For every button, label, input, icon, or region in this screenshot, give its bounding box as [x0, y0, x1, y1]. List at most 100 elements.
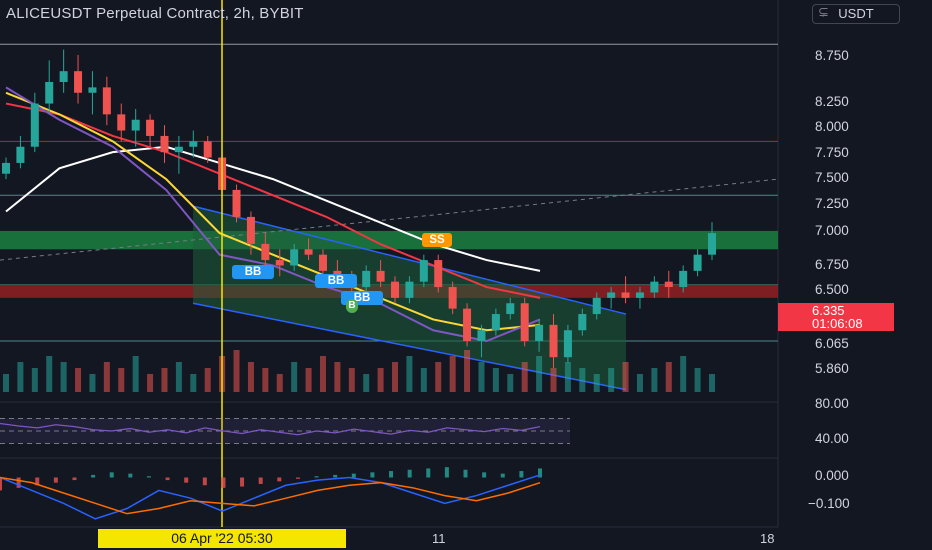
candle-body	[463, 308, 472, 342]
macd-histogram-bar	[128, 473, 133, 478]
macd-tick-label: −0.100	[808, 496, 850, 511]
macd-histogram-bar	[389, 471, 394, 478]
volume-bar	[449, 356, 456, 392]
macd-histogram-bar	[184, 477, 189, 483]
volume-bar	[17, 362, 24, 392]
candle-body	[477, 330, 486, 342]
buy-signal-tag: BB	[315, 274, 357, 288]
macd-histogram-bar	[295, 477, 300, 479]
candle-body	[261, 243, 270, 261]
volume-bar	[680, 356, 687, 392]
volume-bar	[363, 374, 370, 392]
y-tick-label: 8.250	[815, 94, 849, 109]
macd-histogram-bar	[370, 472, 375, 478]
candle-body	[563, 330, 572, 358]
macd-histogram-bar	[258, 477, 263, 484]
candle-body	[592, 297, 601, 315]
macd-histogram-bar	[202, 477, 207, 486]
volume-bar	[608, 368, 615, 392]
volume-bar	[233, 350, 240, 392]
macd-histogram-bar	[407, 469, 412, 478]
candle-body	[549, 324, 558, 358]
macd-histogram-bar	[463, 469, 468, 478]
candle-body	[88, 87, 97, 93]
macd-histogram-bar	[519, 471, 524, 478]
candle-body	[693, 254, 702, 271]
candle-body	[203, 141, 212, 158]
chart-canvas[interactable]: ALICEUSDT Perpetual Contract, 2h, BYBIT …	[0, 0, 932, 550]
candle-body	[391, 281, 400, 298]
volume-bar	[651, 368, 658, 392]
macd-histogram-bar	[500, 473, 505, 478]
macd-histogram-bar	[0, 477, 2, 491]
candle-body	[405, 281, 414, 298]
candle-body	[419, 260, 428, 282]
y-tick-label: 7.500	[815, 170, 849, 185]
candle-body	[607, 292, 616, 298]
macd-histogram-bar	[221, 477, 226, 488]
macd-histogram-bar	[426, 468, 431, 478]
volume-bar	[118, 368, 125, 392]
candle-body	[491, 314, 500, 331]
volume-bar	[464, 350, 471, 392]
volume-bar	[147, 374, 154, 392]
macd-series-line	[0, 474, 541, 520]
macd-histogram-bar	[53, 477, 58, 483]
candle-body	[174, 146, 183, 153]
volume-bar	[536, 356, 543, 392]
volume-bar	[507, 374, 514, 392]
volume-bar	[694, 368, 701, 392]
candle-body	[376, 270, 385, 282]
x-tick-label: 18	[760, 531, 775, 546]
volume-bar	[247, 362, 254, 392]
candle-body	[189, 141, 198, 147]
volume-bar	[262, 368, 269, 392]
volume-bar	[31, 368, 38, 392]
candle-body	[160, 135, 169, 153]
volume-bar	[564, 362, 571, 392]
y-tick-label: 6.500	[815, 282, 849, 297]
candle-body	[635, 292, 644, 298]
volume-bar	[3, 374, 9, 392]
candle-body	[290, 249, 299, 266]
macd-histogram-bar	[91, 474, 96, 478]
volume-bar	[593, 374, 600, 392]
volume-bar	[420, 368, 427, 392]
volume-bar	[392, 362, 399, 392]
volume-bar	[132, 356, 139, 392]
chart-title: ALICEUSDT Perpetual Contract, 2h, BYBIT	[6, 5, 304, 22]
macd-histogram-bar	[333, 474, 338, 478]
candle-body	[2, 162, 10, 174]
price-chart-svg[interactable]	[0, 0, 932, 550]
candle-body	[318, 254, 327, 271]
candle-body	[45, 81, 54, 104]
volume-bar	[622, 362, 629, 392]
volume-bar	[348, 368, 355, 392]
macd-histogram-bar	[165, 477, 170, 481]
candle-body	[246, 216, 255, 244]
rsi-tick-label: 80.00	[815, 396, 849, 411]
crosshair-time-label: 06 Apr '22 05:30	[98, 529, 346, 548]
volume-bar	[377, 368, 384, 392]
volume-bar	[60, 362, 67, 392]
volume-bar	[305, 368, 312, 392]
volume-bar	[46, 356, 53, 392]
y-tick-label: 6.065	[815, 336, 849, 351]
macd-histogram-bar	[444, 467, 449, 478]
candle-body	[232, 189, 241, 217]
y-tick-label: 6.750	[815, 257, 849, 272]
macd-histogram-bar	[277, 477, 282, 482]
candle-body	[102, 87, 111, 115]
buy-signal-tag: BB	[232, 265, 274, 279]
currency-button[interactable]: USDT	[812, 4, 900, 24]
sell-signal-tag: SS	[422, 233, 452, 247]
x-tick-label: 11	[432, 531, 446, 546]
volume-bar	[709, 374, 715, 392]
candle-body	[664, 281, 673, 288]
y-tick-label: 7.750	[815, 145, 849, 160]
candle-body	[131, 119, 140, 131]
rsi-tick-label: 40.00	[815, 431, 849, 446]
volume-bar	[319, 356, 326, 392]
macd-histogram-bar	[109, 472, 114, 478]
volume-bar	[89, 374, 96, 392]
